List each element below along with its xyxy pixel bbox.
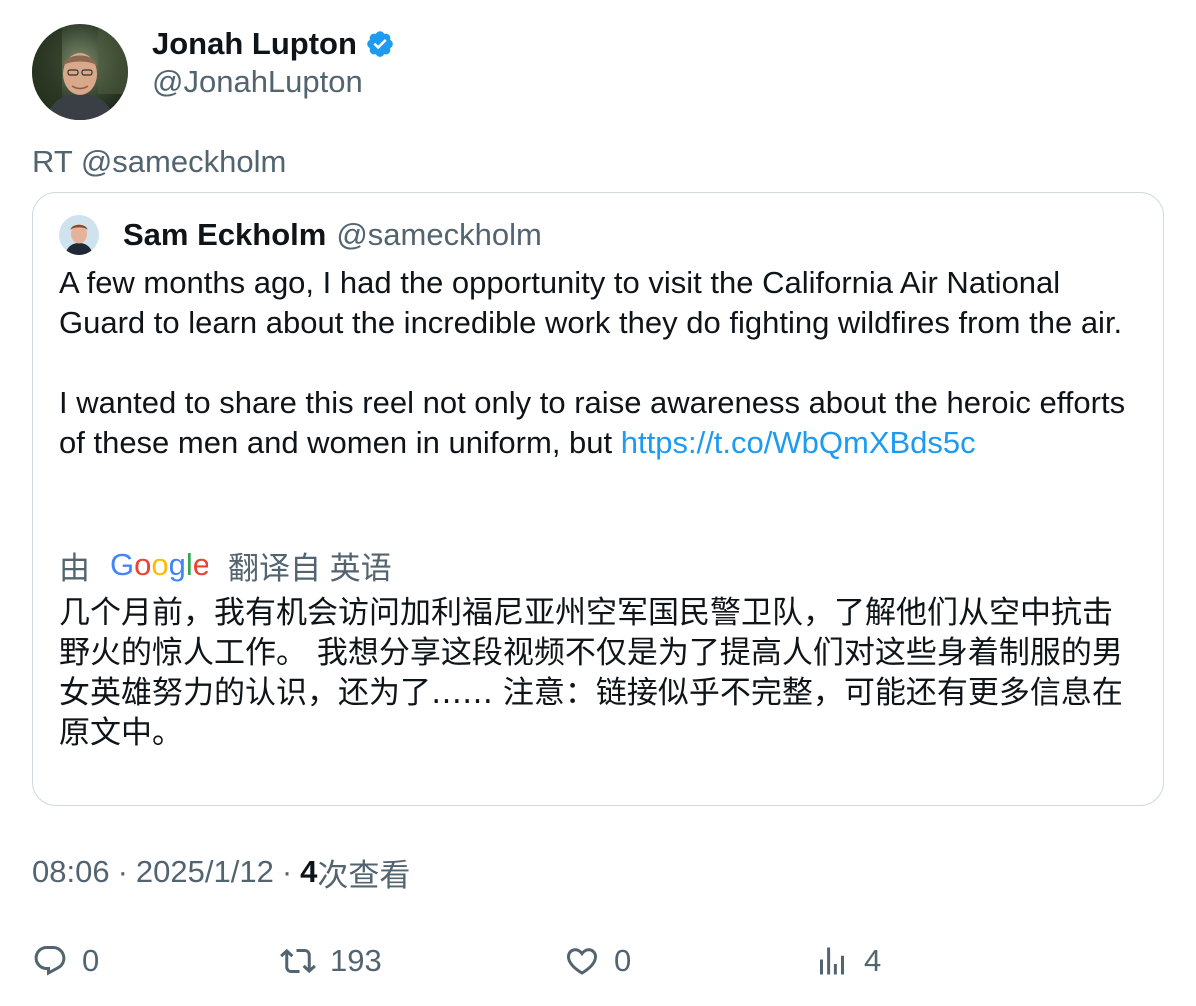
- author-display-name[interactable]: Jonah Lupton: [152, 26, 357, 62]
- translation-suffix: 翻译自 英语: [228, 550, 392, 586]
- retweet-text: RT @sameckholm: [32, 144, 287, 179]
- reply-button[interactable]: 0: [32, 936, 99, 986]
- tweet-date[interactable]: 2025/1/12: [136, 854, 274, 890]
- tweet-header: Jonah Lupton @JonahLupton: [32, 24, 395, 120]
- author-avatar-image: [32, 24, 128, 120]
- retweet-count: 193: [330, 943, 382, 978]
- author-names: Jonah Lupton @JonahLupton: [152, 26, 395, 100]
- quoted-avatar-image: [59, 215, 99, 255]
- author-avatar[interactable]: [32, 24, 128, 120]
- heart-icon: [566, 948, 598, 975]
- views-label: 次查看: [317, 857, 411, 894]
- translation-attribution: 由 Google 翻译自 英语: [59, 545, 392, 586]
- quoted-display-name[interactable]: Sam Eckholm: [123, 217, 326, 253]
- views-action-count: 4: [864, 943, 882, 978]
- quoted-link[interactable]: https://t.co/WbQmXBds5c: [621, 425, 976, 460]
- display-name-row: Jonah Lupton: [152, 26, 395, 62]
- translation-prefix: 由: [59, 550, 90, 586]
- views-count: 4: [300, 854, 318, 889]
- quoted-paragraph-2: I wanted to share this reel not only to …: [59, 383, 1139, 463]
- action-bar: 0 193 0 4: [32, 936, 1164, 986]
- quoted-tweet-header: Sam Eckholm @sameckholm: [59, 215, 542, 255]
- views-button[interactable]: 4: [814, 936, 881, 986]
- svg-text:Google: Google: [110, 547, 208, 582]
- retweet-icon: [280, 948, 316, 974]
- meta-separator-2: ·: [281, 854, 293, 889]
- like-button[interactable]: 0: [564, 936, 631, 986]
- quoted-tweet-card[interactable]: Sam Eckholm @sameckholm A few months ago…: [32, 192, 1164, 806]
- google-logo-icon: Google: [110, 547, 208, 582]
- verified-badge-icon[interactable]: [365, 29, 395, 59]
- reply-count: 0: [82, 943, 100, 978]
- retweet-button[interactable]: 193: [280, 936, 382, 986]
- author-handle[interactable]: @JonahLupton: [152, 64, 395, 100]
- quoted-handle[interactable]: @sameckholm: [336, 217, 541, 253]
- analytics-icon: [820, 947, 844, 975]
- reply-icon: [34, 946, 66, 976]
- like-count: 0: [614, 943, 632, 978]
- tweet-meta: 08:06 · 2025/1/12 · 4 次查看: [32, 852, 411, 894]
- quoted-tweet-text: A few months ago, I had the opportunity …: [59, 263, 1139, 463]
- tweet-time[interactable]: 08:06: [32, 854, 110, 890]
- translated-text: 几个月前，我有机会访问加利福尼亚州空军国民警卫队，了解他们从空中抗击野火的惊人工…: [59, 595, 1123, 751]
- meta-separator-1: ·: [117, 854, 128, 889]
- quoted-author-avatar[interactable]: [59, 215, 99, 255]
- quoted-paragraph-1: A few months ago, I had the opportunity …: [59, 265, 1123, 340]
